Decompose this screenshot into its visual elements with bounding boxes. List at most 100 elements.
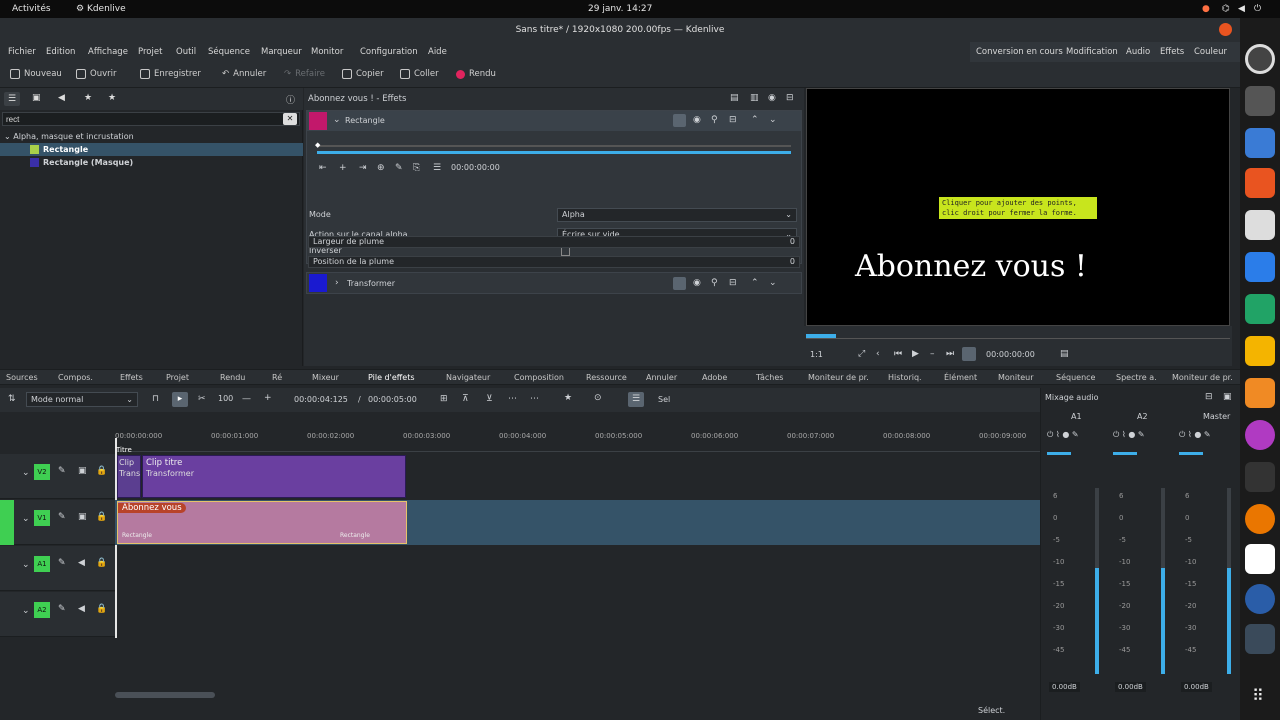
edit-icon[interactable]: ✎	[395, 163, 403, 173]
zoom-out-icon[interactable]: —	[242, 394, 251, 404]
eye-icon[interactable]: ◉	[768, 93, 776, 103]
lock-icon[interactable]: 🔒	[96, 512, 107, 522]
volume-icon[interactable]: ◀	[1238, 4, 1245, 14]
mute-icon[interactable]: ◀	[78, 558, 85, 568]
add-keyframe-icon[interactable]: +	[339, 163, 347, 173]
clip-title[interactable]: Clip titre Transformer	[142, 455, 406, 498]
fullscreen-icon[interactable]: ⤢	[858, 349, 865, 359]
play-icon[interactable]: ▶	[912, 349, 919, 359]
layout-editing[interactable]: Modification	[1066, 47, 1118, 57]
editor-dock-icon[interactable]	[1245, 378, 1275, 408]
track-target-icon[interactable]: A1	[34, 556, 50, 572]
move-up-icon[interactable]: ⌃	[751, 278, 759, 288]
feather-width-slider[interactable]: Largeur de plume 0	[308, 236, 800, 248]
collapse-arrow-icon[interactable]: ⌄	[22, 560, 30, 570]
sheets-dock-icon[interactable]	[1245, 294, 1275, 324]
lock-icon[interactable]: 🔒	[96, 558, 107, 568]
menu-edit[interactable]: Edition	[46, 47, 75, 57]
dock-tab[interactable]: Rendu	[220, 373, 245, 382]
list-view-icon[interactable]: ☰	[4, 92, 20, 106]
dock-tab[interactable]: Compos.	[58, 373, 93, 382]
dock-tab[interactable]: Spectre a.	[1116, 373, 1157, 382]
dock-tab[interactable]: Séquence	[1056, 373, 1095, 382]
kdenlive-dock-icon[interactable]	[1245, 44, 1275, 74]
overwrite-icon[interactable]: ⊻	[486, 394, 493, 404]
software-dock-icon[interactable]	[1245, 168, 1275, 198]
hide-track-icon[interactable]: ▣	[78, 466, 87, 476]
keyframe-ruler[interactable]	[317, 145, 791, 147]
volume-value[interactable]: 0.00dB	[1115, 682, 1146, 692]
selection-label[interactable]: Sel	[658, 395, 670, 404]
invert-checkbox[interactable]	[561, 247, 570, 256]
collapse-arrow-icon[interactable]: ⌄	[22, 606, 30, 616]
menu-sequence[interactable]: Séquence	[208, 47, 250, 57]
layout-logging[interactable]: Conversion en cours	[976, 47, 1063, 57]
eye-icon[interactable]: ◉	[693, 278, 701, 288]
monitor-menu-icon[interactable]: ▤	[1060, 349, 1069, 359]
track-target-icon[interactable]: A2	[34, 602, 50, 618]
docs-dock-icon[interactable]	[1245, 252, 1275, 282]
audio-thumbs-icon[interactable]: ⊙	[594, 393, 602, 403]
expand-arrow-icon[interactable]: ›	[335, 278, 339, 288]
app-menu[interactable]: ⚙ Kdenlive	[76, 4, 126, 14]
redo-button[interactable]: ↷ Refaire	[284, 69, 325, 79]
keyframe-menu-icon[interactable]: ☰	[433, 163, 441, 173]
menu-view[interactable]: Affichage	[88, 47, 128, 57]
network-icon[interactable]: ⌬	[1222, 4, 1230, 14]
blender-dock-icon[interactable]	[1245, 504, 1275, 534]
dock-tab[interactable]: Moniteur de pr.	[1172, 373, 1233, 382]
effect-card-header[interactable]: ⌄ Rectangle ◉ ⚲ ⊟ ⌃ ⌄	[307, 111, 801, 131]
paste-button[interactable]: Coller	[400, 69, 439, 79]
info-icon[interactable]: ⓘ	[286, 93, 295, 106]
zoom-label[interactable]: 1:1	[810, 350, 823, 359]
copy-keyframe-icon[interactable]: ⎘	[413, 163, 420, 173]
dock-tab[interactable]: Projet	[166, 373, 189, 382]
undo-button[interactable]: ↶ Annuler	[222, 69, 266, 79]
rewind-icon[interactable]: ‹	[876, 349, 880, 359]
dock-tab[interactable]: Historiq.	[888, 373, 922, 382]
menu-marker[interactable]: Marqueur	[261, 47, 302, 57]
dock-tab[interactable]: Annuler	[646, 373, 677, 382]
next-frame-icon[interactable]: ⏭	[946, 349, 954, 359]
effect-search-input[interactable]	[2, 112, 300, 126]
menu-arrow-icon[interactable]: ⌄	[769, 115, 777, 125]
slides-dock-icon[interactable]	[1245, 336, 1275, 366]
razor-tool-icon[interactable]: ✂	[198, 394, 206, 404]
effect-pencil-icon[interactable]: ✎	[58, 466, 66, 476]
balance-slider[interactable]	[1047, 452, 1071, 455]
timeline-duration[interactable]: 00:00:05:00	[368, 395, 417, 404]
mixer-channel-controls[interactable]: ⏻ ⌇ ● ✎	[1047, 430, 1079, 440]
effect-pencil-icon[interactable]: ✎	[58, 604, 66, 614]
show-apps-icon[interactable]: ⠿	[1252, 686, 1264, 705]
effect-item-rectangle[interactable]: Rectangle	[0, 143, 303, 156]
clock[interactable]: 29 janv. 14:27	[588, 4, 652, 14]
volume-fader[interactable]	[1227, 568, 1231, 674]
move-up-icon[interactable]: ⌃	[751, 115, 759, 125]
tool-dock-icon[interactable]	[1245, 462, 1275, 492]
timeline-position[interactable]: 00:00:04:125	[294, 395, 348, 404]
clip-v2-small[interactable]: Clip Trans	[117, 455, 141, 498]
keyframe-toggle-icon[interactable]	[673, 277, 686, 290]
activities-button[interactable]: Activités	[12, 4, 51, 14]
timeline-scrollbar[interactable]	[115, 692, 215, 698]
dock-tab[interactable]: Tâches	[756, 373, 783, 382]
dock-tab[interactable]: Mixeur	[312, 373, 339, 382]
collapse-arrow-icon[interactable]: ⌄	[22, 468, 30, 478]
layout-effects[interactable]: Effets	[1160, 47, 1184, 57]
extract-icon[interactable]: ⋯	[530, 394, 539, 404]
dock-tab[interactable]: Moniteur	[998, 373, 1034, 382]
menu-settings[interactable]: Configuration	[360, 47, 418, 57]
effect-pencil-icon[interactable]: ✎	[58, 512, 66, 522]
dock-tab[interactable]: Élément	[944, 373, 977, 382]
dock-tab[interactable]: Composition	[514, 373, 564, 382]
stop-icon[interactable]: –	[930, 349, 935, 359]
insert-icon[interactable]: ⋯	[508, 394, 517, 404]
tree-category[interactable]: ⌄ Alpha, masque et incrustation	[0, 130, 303, 143]
collapse-arrow-icon[interactable]: ⌄	[22, 514, 30, 524]
menu-tool[interactable]: Outil	[176, 47, 196, 57]
audacity-dock-icon[interactable]	[1245, 544, 1275, 574]
volume-value[interactable]: 0.00dB	[1181, 682, 1212, 692]
delete-effect-icon[interactable]: ⊟	[729, 115, 737, 125]
custom-effects-icon[interactable]: ★	[84, 93, 92, 103]
hide-track-icon[interactable]: ▣	[78, 512, 87, 522]
